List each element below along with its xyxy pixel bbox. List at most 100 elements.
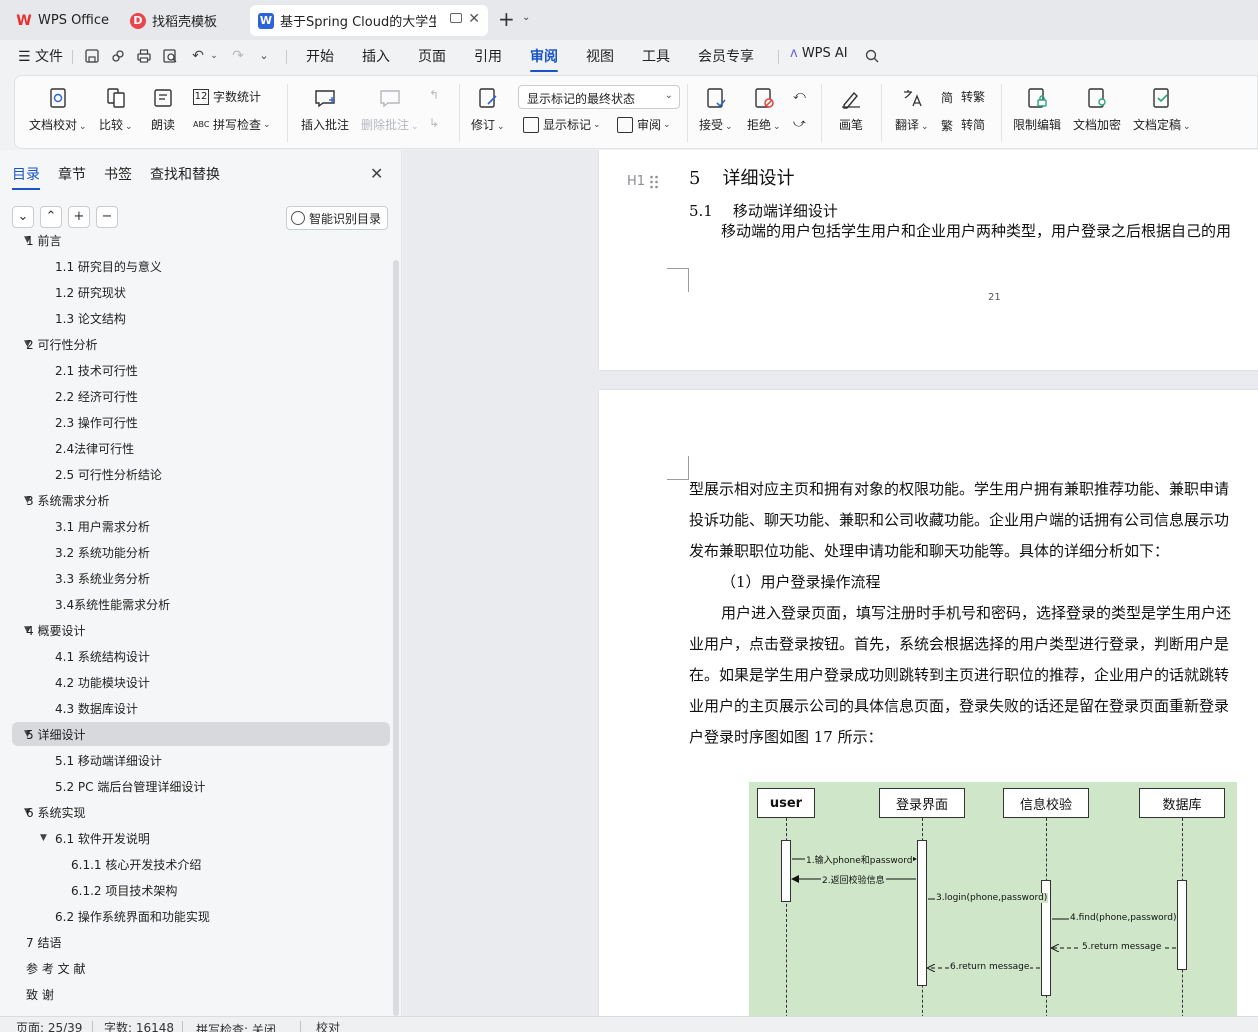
heading-marker[interactable]: H1 <box>627 174 645 189</box>
save-icon[interactable] <box>84 48 100 64</box>
next-comment-icon[interactable]: ↳ <box>429 116 439 130</box>
heading-1: 5 详细设计 <box>689 164 794 190</box>
tab-daoke-templates[interactable]: D 找稻壳模板 <box>122 5 242 36</box>
toc-item[interactable]: ▼ 6.1 软件开发说明 <box>12 826 390 850</box>
new-tab-button[interactable]: + <box>498 8 515 30</box>
smart-toc-button[interactable]: 智能识别目录 <box>286 206 389 230</box>
nav-scrollbar[interactable] <box>393 260 399 1016</box>
previous-comment-icon[interactable]: ↰ <box>429 88 439 102</box>
toc-item[interactable]: 参 考 文 献 <box>12 956 390 980</box>
add-heading-button[interactable]: + <box>68 206 90 228</box>
toc-item[interactable]: 1.3 论文结构 <box>12 306 390 330</box>
quick-access-chevron-icon[interactable]: ⌄ <box>256 48 272 64</box>
insert-comment-button[interactable]: 插入批注 <box>301 76 349 133</box>
to-traditional-button[interactable]: 简 转繁 <box>941 88 985 105</box>
remove-heading-button[interactable]: − <box>96 206 118 228</box>
menu-view[interactable]: 视图 <box>586 46 614 66</box>
toc-item[interactable]: 6.1.1 核心开发技术介绍 <box>12 852 390 876</box>
toc-item[interactable]: 3.1 用户需求分析 <box>12 514 390 538</box>
close-pane-icon[interactable]: ✕ <box>370 164 383 183</box>
markup-state-select[interactable]: 显示标记的最终状态 ⌄ <box>518 85 680 109</box>
toc-item[interactable]: ▼ 1 前言 <box>12 228 390 252</box>
toc-item[interactable]: 2.4法律可行性 <box>12 436 390 460</box>
menu-start[interactable]: 开始 <box>306 46 334 66</box>
review-pane-label: 审阅 <box>637 118 662 132</box>
toc-item[interactable]: 5.1 移动端详细设计 <box>12 748 390 772</box>
undo-icon[interactable]: ↶ <box>190 48 206 64</box>
redo-icon[interactable]: ↷ <box>230 48 246 64</box>
nav-tab-chapters[interactable]: 章节 <box>58 164 86 184</box>
translate-button[interactable]: 翻译 ⌄ <box>895 76 929 133</box>
accept-button[interactable]: 接受 ⌄ <box>699 76 733 133</box>
toc-item[interactable]: 4.3 数据库设计 <box>12 696 390 720</box>
drag-handle-icon[interactable] <box>649 174 659 190</box>
toc-item[interactable]: ▼ 5 详细设计 <box>12 722 390 746</box>
to-simplified-button[interactable]: 繁 转简 <box>941 116 985 133</box>
toc-item[interactable]: 2.2 经济可行性 <box>12 384 390 408</box>
toc-item[interactable]: 2.5 可行性分析结论 <box>12 462 390 486</box>
track-changes-button[interactable]: 修订 ⌄ <box>471 76 505 133</box>
wps-ai-button[interactable]: ᴧ WPS AI <box>790 46 848 61</box>
tab-list-chevron-icon[interactable]: ⌄ <box>522 12 530 23</box>
nav-tab-bookmarks[interactable]: 书签 <box>104 164 132 184</box>
file-menu[interactable]: ☰ 文件 <box>18 46 63 66</box>
doc-check-button[interactable]: 文档校对 ⌄ <box>29 76 87 133</box>
toc-item[interactable]: 致 谢 <box>12 982 390 1006</box>
page-indicator[interactable]: 页面: 25/39 <box>16 1019 82 1032</box>
markup-state-value: 显示标记的最终状态 <box>527 92 636 106</box>
review-pane-button[interactable]: 审阅 ⌄ <box>617 116 671 133</box>
toc-item[interactable]: 4.2 功能模块设计 <box>12 670 390 694</box>
toc-item[interactable]: ▼ 4 概要设计 <box>12 618 390 642</box>
undo-dropdown-chevron-icon[interactable]: ⌄ <box>206 48 222 64</box>
word-count-indicator[interactable]: 字数: 16148 <box>104 1019 174 1032</box>
toc-item[interactable]: 3.4系统性能需求分析 <box>12 592 390 616</box>
delete-comment-button[interactable]: 删除批注 ⌄ <box>361 76 419 133</box>
toc-item[interactable]: 7 结语 <box>12 930 390 954</box>
word-count-button[interactable]: 12 字数统计 <box>193 88 261 105</box>
reject-button[interactable]: 拒绝 ⌄ <box>747 76 781 133</box>
toc-item[interactable]: 2.1 技术可行性 <box>12 358 390 382</box>
restrict-edit-button[interactable]: 限制编辑 <box>1013 76 1061 133</box>
link-icon[interactable] <box>110 48 126 64</box>
menu-member[interactable]: 会员专享 <box>698 46 754 66</box>
screen-icon[interactable] <box>450 13 462 23</box>
compare-button[interactable]: 比较 ⌄ <box>99 76 133 133</box>
encrypt-button[interactable]: 文档加密 <box>1073 76 1121 133</box>
close-tab-icon[interactable]: ✕ <box>468 11 480 27</box>
previous-change-icon[interactable]: ⤺ <box>793 88 806 103</box>
toc-item[interactable]: 2.3 操作可行性 <box>12 410 390 434</box>
finalize-button[interactable]: 文档定稿 ⌄ <box>1133 76 1191 133</box>
toc-item[interactable]: 3.3 系统业务分析 <box>12 566 390 590</box>
toc-item[interactable]: 1.1 研究目的与意义 <box>12 254 390 278</box>
show-markup-button[interactable]: 显示标记 ⌄ <box>523 116 601 133</box>
print-icon[interactable] <box>136 48 152 64</box>
toc-item[interactable]: 3.2 系统功能分析 <box>12 540 390 564</box>
toc-item[interactable]: 6.2 操作系统界面和功能实现 <box>12 904 390 928</box>
toc-item[interactable]: 1.2 研究现状 <box>12 280 390 304</box>
next-change-icon[interactable]: ⤻ <box>793 116 806 131</box>
spell-check-button[interactable]: ABC 拼写检查 ⌄ <box>193 116 271 133</box>
tab-wps-office[interactable]: W WPS Office <box>8 5 116 36</box>
toc-item[interactable]: 5.2 PC 端后台管理详细设计 <box>12 774 390 798</box>
menu-insert[interactable]: 插入 <box>362 46 390 66</box>
search-icon[interactable] <box>864 48 880 64</box>
toc-item[interactable]: 6.1.2 项目技术架构 <box>12 878 390 902</box>
menu-tools[interactable]: 工具 <box>642 46 670 66</box>
expand-triangle-icon[interactable]: ▼ <box>40 833 47 843</box>
collapse-all-button[interactable]: ⌄ <box>12 206 34 228</box>
brush-button[interactable]: 画笔 <box>839 76 863 133</box>
toc-item[interactable]: 4.1 系统结构设计 <box>12 644 390 668</box>
menu-review[interactable]: 审阅 <box>530 46 558 72</box>
nav-tab-find-replace[interactable]: 查找和替换 <box>150 164 220 184</box>
nav-tab-toc[interactable]: 目录 <box>12 164 40 190</box>
toc-item[interactable]: ▼ 6 系统实现 <box>12 800 390 824</box>
read-aloud-button[interactable]: 朗读 <box>151 76 175 133</box>
toc-item[interactable]: ▼ 2 可行性分析 <box>12 332 390 356</box>
menu-references[interactable]: 引用 <box>474 46 502 66</box>
tab-current-document[interactable]: W 基于Spring Cloud的大学生兼 ✕ <box>250 5 488 36</box>
print-preview-icon[interactable] <box>162 48 178 64</box>
menu-page[interactable]: 页面 <box>418 46 446 66</box>
proofread-button[interactable]: 校对 <box>316 1019 340 1032</box>
expand-up-button[interactable]: ⌃ <box>40 206 62 228</box>
toc-item[interactable]: ▼ 3 系统需求分析 <box>12 488 390 512</box>
